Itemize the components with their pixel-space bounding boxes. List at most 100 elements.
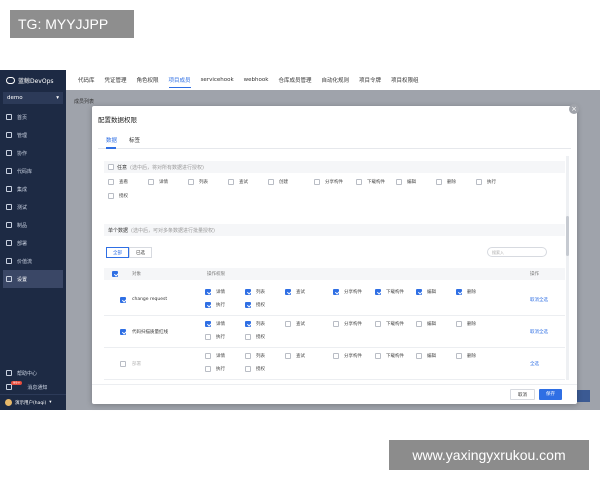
cancel-button[interactable]: 取消 (510, 389, 535, 400)
any-perm-option[interactable]: 下载构件 (356, 179, 385, 185)
any-perm-option[interactable]: 分享构件 (314, 179, 343, 185)
sidebar-item-4[interactable]: 集成 (0, 180, 66, 198)
any-perm-option[interactable]: 执行 (476, 179, 496, 185)
row-perm-option[interactable]: 查试 (285, 289, 305, 295)
perm-checkbox[interactable] (205, 334, 211, 340)
top-tab-1[interactable]: 凭证管理 (105, 76, 127, 84)
row-perm-option[interactable]: 编辑 (416, 289, 436, 295)
top-tab-8[interactable]: 项目令牌 (359, 76, 381, 84)
perm-checkbox[interactable] (476, 179, 482, 185)
sidebar-item-5[interactable]: 测试 (0, 198, 66, 216)
row-perm-option[interactable]: 编辑 (416, 353, 436, 359)
perm-checkbox[interactable] (416, 321, 422, 327)
tab-tags[interactable]: 标签 (129, 136, 140, 144)
sidebar-item-1[interactable]: 管理 (0, 126, 66, 144)
row-perm-option[interactable]: 删除 (456, 289, 476, 295)
perm-checkbox[interactable] (375, 289, 381, 295)
perm-checkbox[interactable] (188, 179, 194, 185)
any-perm-option[interactable]: 删除 (436, 179, 456, 185)
row-perm-option[interactable]: 下载构件 (375, 353, 404, 359)
row-perm-option[interactable]: 查试 (285, 321, 305, 327)
row-perm-option[interactable]: 分享构件 (333, 289, 362, 295)
row-perm-option[interactable]: 下载构件 (375, 289, 404, 295)
row-perm-option[interactable]: 列表 (245, 321, 265, 327)
perm-checkbox[interactable] (285, 289, 291, 295)
perm-checkbox[interactable] (245, 353, 251, 359)
row-perm-option[interactable]: 分享构件 (333, 353, 362, 359)
row-perm-option[interactable]: 查试 (285, 353, 305, 359)
perm-checkbox[interactable] (456, 289, 462, 295)
perm-checkbox[interactable] (205, 321, 211, 327)
row-perm-option[interactable]: 编辑 (416, 321, 436, 327)
perm-checkbox[interactable] (108, 193, 114, 199)
perm-checkbox[interactable] (205, 353, 211, 359)
top-tab-5[interactable]: webhook (244, 77, 269, 83)
any-perm-option[interactable]: 编辑 (396, 179, 416, 185)
perm-checkbox[interactable] (148, 179, 154, 185)
any-perm-option[interactable]: 详情 (148, 179, 168, 185)
project-selector[interactable]: demo ▾ (3, 92, 63, 104)
row-perm-option[interactable]: 执行 (205, 334, 225, 340)
perm-checkbox[interactable] (375, 321, 381, 327)
row-select-toggle-link[interactable]: 取消全选 (530, 329, 548, 335)
perm-checkbox[interactable] (228, 179, 234, 185)
any-perm-option[interactable]: 列表 (188, 179, 208, 185)
row-perm-option[interactable]: 执行 (205, 302, 225, 308)
perm-checkbox[interactable] (375, 353, 381, 359)
row-perm-option[interactable]: 详情 (205, 321, 225, 327)
scrollbar-track[interactable] (566, 156, 569, 380)
row-checkbox[interactable] (120, 297, 126, 303)
row-perm-option[interactable]: 授权 (245, 334, 265, 340)
row-perm-option[interactable]: 删除 (456, 353, 476, 359)
row-perm-option[interactable]: 分享构件 (333, 321, 362, 327)
row-checkbox[interactable] (120, 329, 126, 335)
perm-checkbox[interactable] (356, 179, 362, 185)
sidebar-item-8[interactable]: 价值流 (0, 252, 66, 270)
perm-checkbox[interactable] (333, 353, 339, 359)
sidebar-item-7[interactable]: 部署 (0, 234, 66, 252)
top-tab-0[interactable]: 代码库 (78, 76, 95, 84)
perm-checkbox[interactable] (333, 321, 339, 327)
perm-checkbox[interactable] (205, 302, 211, 308)
sidebar-item-3[interactable]: 代码库 (0, 162, 66, 180)
row-perm-option[interactable]: 授权 (245, 366, 265, 372)
row-perm-option[interactable]: 下载构件 (375, 321, 404, 327)
row-perm-option[interactable]: 详情 (205, 353, 225, 359)
scrollbar-thumb[interactable] (566, 216, 569, 256)
top-tab-9[interactable]: 项目权限组 (391, 76, 419, 84)
perm-checkbox[interactable] (245, 334, 251, 340)
row-perm-option[interactable]: 详情 (205, 289, 225, 295)
perm-checkbox[interactable] (268, 179, 274, 185)
top-tab-7[interactable]: 自动化规则 (321, 76, 349, 84)
perm-checkbox[interactable] (245, 302, 251, 308)
perm-checkbox[interactable] (396, 179, 402, 185)
perm-checkbox[interactable] (436, 179, 442, 185)
perm-checkbox[interactable] (108, 179, 114, 185)
filter-all[interactable]: 全部 (106, 247, 129, 258)
sidebar-item-6[interactable]: 制品 (0, 216, 66, 234)
perm-checkbox[interactable] (416, 289, 422, 295)
any-perm-option[interactable]: 创建 (268, 179, 288, 185)
filter-selected[interactable]: 已选 (129, 247, 152, 258)
perm-checkbox[interactable] (205, 366, 211, 372)
perm-checkbox[interactable] (416, 353, 422, 359)
sidebar-item-9[interactable]: 设置 (3, 270, 63, 288)
perm-checkbox[interactable] (333, 289, 339, 295)
perm-checkbox[interactable] (285, 353, 291, 359)
perm-checkbox[interactable] (456, 353, 462, 359)
row-select-toggle-link[interactable]: 取消全选 (530, 297, 548, 303)
row-perm-option[interactable]: 删除 (456, 321, 476, 327)
select-all-checkbox[interactable] (112, 271, 118, 277)
top-tab-6[interactable]: 仓库成员管理 (278, 76, 311, 84)
top-tab-2[interactable]: 角色权限 (137, 76, 159, 84)
any-perm-option[interactable]: 查看 (108, 179, 128, 185)
any-perm-option[interactable]: 查试 (228, 179, 248, 185)
sidebar-item-2[interactable]: 协作 (0, 144, 66, 162)
help-center[interactable]: 帮助中心 (0, 366, 66, 380)
row-select-toggle-link[interactable]: 全选 (530, 361, 539, 367)
perm-checkbox[interactable] (456, 321, 462, 327)
close-icon[interactable]: × (569, 104, 579, 114)
perm-checkbox[interactable] (245, 289, 251, 295)
tab-data[interactable]: 数据 (106, 136, 117, 144)
perm-checkbox[interactable] (205, 289, 211, 295)
